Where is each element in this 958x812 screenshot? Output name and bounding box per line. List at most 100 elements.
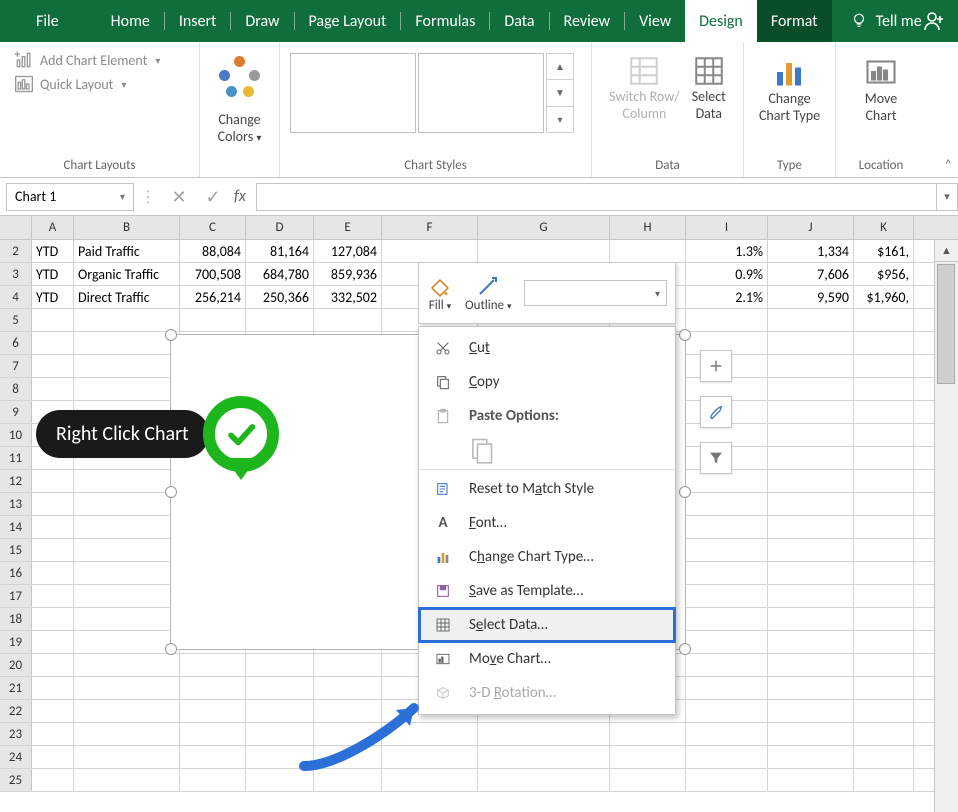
row-header[interactable]: 24 [0,746,32,768]
row-25[interactable]: 25 [0,769,958,792]
scroll-thumb[interactable] [937,264,955,384]
row-header[interactable]: 2 [0,240,32,262]
col-header-E[interactable]: E [314,216,382,239]
row-header[interactable]: 9 [0,401,32,423]
ctx-select-data[interactable]: Select Data… [419,608,675,642]
select-data-button[interactable]: SelectData [692,54,726,122]
group-label-colors [238,154,241,175]
row-header[interactable]: 17 [0,585,32,607]
group-label-layouts: Chart Layouts [10,154,189,175]
ctx-copy[interactable]: Copy [419,365,675,399]
outline-button[interactable]: Outline ▾ [465,274,512,313]
row-header[interactable]: 15 [0,539,32,561]
tab-home[interactable]: Home [97,0,164,42]
row-header[interactable]: 5 [0,309,32,331]
col-header-D[interactable]: D [246,216,314,239]
group-location: MoveChart Location [836,42,926,177]
chart-handle[interactable] [679,486,691,498]
chart-handle[interactable] [165,329,177,341]
context-menu: Cut Copy Paste Options: Reset to Match S… [418,326,676,715]
row-24[interactable]: 24 [0,746,958,769]
row-header[interactable]: 20 [0,654,32,676]
chart-style-thumb-2[interactable] [418,53,544,133]
row-header[interactable]: 8 [0,378,32,400]
row-header[interactable]: 25 [0,769,32,791]
chart-filters-button[interactable] [700,442,732,474]
chart-handle[interactable] [679,329,691,341]
row-23[interactable]: 23 [0,723,958,746]
formula-input[interactable] [256,183,936,211]
chart-style-thumb-1[interactable] [290,53,416,133]
chart-handle[interactable] [679,643,691,655]
chart-style-pager[interactable]: ▲▼▾ [546,53,574,133]
col-header-A[interactable]: A [32,216,74,239]
add-chart-element-button[interactable]: Add Chart Element▾ [10,48,189,72]
col-header-I[interactable]: I [686,216,768,239]
shape-style-dropdown[interactable]: ▾ [524,280,667,306]
formula-expand-button[interactable]: ▾ [936,183,958,211]
row-header[interactable]: 19 [0,631,32,653]
col-header-K[interactable]: K [854,216,914,239]
group-label-styles: Chart Styles [290,154,581,175]
row-header[interactable]: 16 [0,562,32,584]
row-header[interactable]: 13 [0,493,32,515]
ctx-cut[interactable]: Cut [419,331,675,365]
share-button[interactable] [922,0,946,42]
ctx-font[interactable]: AFont… [419,506,675,540]
row-header[interactable]: 6 [0,332,32,354]
row-header[interactable]: 10 [0,424,32,446]
ctx-change-chart-type[interactable]: Change Chart Type… [419,540,675,574]
tab-design[interactable]: Design [685,0,757,42]
cancel-formula-button[interactable]: ✕ [162,186,196,208]
row-header[interactable]: 3 [0,263,32,285]
quick-layout-button[interactable]: Quick Layout▾ [10,72,189,96]
ribbon-collapse-button[interactable]: ˄ [944,156,952,173]
tab-insert[interactable]: Insert [165,0,231,42]
col-header-F[interactable]: F [382,216,478,239]
fx-label[interactable]: fx [234,187,246,206]
chart-handle[interactable] [165,643,177,655]
select-all-corner[interactable] [0,216,32,239]
move-chart-button[interactable]: MoveChart [863,54,899,124]
row-header[interactable]: 12 [0,470,32,492]
chart-elements-button[interactable] [700,350,732,382]
tab-file[interactable]: File [22,0,73,42]
row-header[interactable]: 14 [0,516,32,538]
row-header[interactable]: 11 [0,447,32,469]
row-header[interactable]: 23 [0,723,32,745]
tab-draw[interactable]: Draw [231,0,293,42]
tab-review[interactable]: Review [550,0,625,42]
name-box[interactable]: Chart 1▾ [6,183,134,211]
row-2[interactable]: 2 YTD Paid Traffic 88,084 81,164 127,084… [0,240,958,263]
tab-view[interactable]: View [625,0,685,42]
tab-data[interactable]: Data [490,0,548,42]
col-header-H[interactable]: H [610,216,686,239]
fill-button[interactable]: Fill ▾ [427,274,453,313]
ctx-save-template[interactable]: Save as Template… [419,574,675,608]
change-chart-type-button[interactable]: ChangeChart Type [759,54,820,124]
col-header-J[interactable]: J [768,216,854,239]
namebox-grip: ⋮ [134,187,162,207]
scroll-up-button[interactable]: ▲ [935,240,958,262]
tab-format[interactable]: Format [757,0,832,42]
group-label-location: Location [859,154,904,175]
save-template-icon [435,583,451,599]
ctx-move-chart[interactable]: Move Chart… [419,642,675,676]
col-header-B[interactable]: B [74,216,180,239]
scissors-icon [435,340,451,356]
col-header-C[interactable]: C [180,216,246,239]
change-colors-button[interactable] [219,56,261,98]
accept-formula-button[interactable]: ✓ [196,186,230,208]
ctx-reset-style[interactable]: Reset to Match Style [419,472,675,506]
row-header[interactable]: 4 [0,286,32,308]
row-header[interactable]: 22 [0,700,32,722]
row-header[interactable]: 21 [0,677,32,699]
row-header[interactable]: 7 [0,355,32,377]
chart-styles-button[interactable] [700,396,732,428]
col-header-G[interactable]: G [478,216,610,239]
row-header[interactable]: 18 [0,608,32,630]
tab-formulas[interactable]: Formulas [401,0,489,42]
vertical-scrollbar[interactable]: ▲ [934,240,958,812]
chart-handle[interactable] [165,486,177,498]
tab-page-layout[interactable]: Page Layout [295,0,401,42]
